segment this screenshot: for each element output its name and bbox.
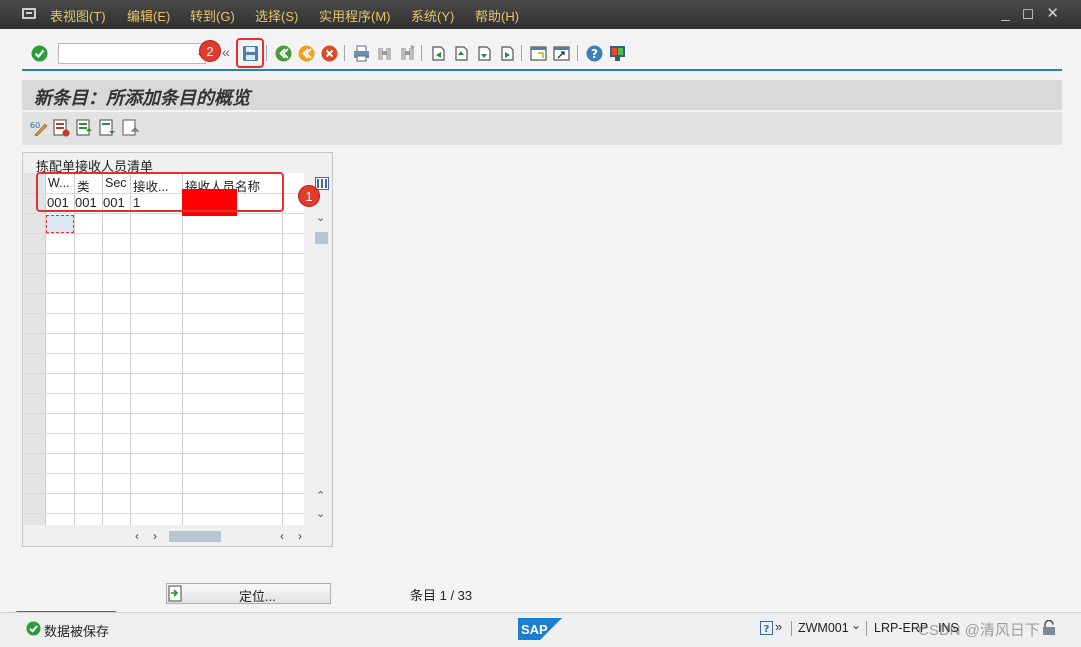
create-session-icon[interactable] xyxy=(529,44,547,62)
title-bar: 新条目：所添加条目的概览 xyxy=(22,80,1062,110)
horizontal-scrollbar[interactable]: ‹ › ‹ › xyxy=(24,526,332,546)
delete-row-icon[interactable] xyxy=(53,119,70,140)
print-icon[interactable] xyxy=(352,44,370,62)
annotation-box-save xyxy=(236,38,264,68)
status-divider xyxy=(866,621,867,636)
menu-bar: 表视图(T) 编辑(E) 转到(G) 选择(S) 实用程序(M) 系统(Y) 帮… xyxy=(0,0,1081,29)
transaction-code: ZWM001 xyxy=(798,621,849,635)
menu-icon[interactable] xyxy=(22,8,36,19)
exit-icon[interactable] xyxy=(297,44,315,62)
collapse-icon[interactable]: « xyxy=(222,44,230,60)
last-page-icon[interactable] xyxy=(498,44,516,62)
find-next-icon[interactable] xyxy=(398,44,416,62)
application-toolbar: 60 xyxy=(22,112,1062,145)
success-icon xyxy=(26,621,41,639)
status-bar: 数据被保存 SAP ? » ZWM001 ⌄ LRP-ERP INS CSDN … xyxy=(0,612,1081,647)
expand-status-icon[interactable]: » xyxy=(775,619,782,634)
page-title: 新条目：所添加条目的概览 xyxy=(34,88,250,109)
select-block-icon[interactable] xyxy=(99,119,116,140)
scroll-left-end-icon[interactable]: ‹ xyxy=(280,529,284,543)
annotation-badge-1: 1 xyxy=(298,185,320,207)
lock-icon[interactable] xyxy=(1042,619,1056,639)
scroll-up-icon[interactable]: ⌄ xyxy=(316,211,325,224)
change-display-icon[interactable]: 60 xyxy=(30,119,48,140)
recipient-table: W... 类 Sec 接收... 接收人员名称 001 001 001 1 xyxy=(24,173,304,525)
enter-icon[interactable] xyxy=(30,44,48,62)
command-field[interactable] xyxy=(58,43,206,64)
entry-counter: 条目 1 / 33 xyxy=(410,588,473,603)
status-message[interactable]: 数据被保存 xyxy=(44,621,109,640)
menu-table-view[interactable]: 表视图(T) xyxy=(50,6,106,25)
help-icon[interactable]: ? xyxy=(585,44,603,62)
customize-icon[interactable] xyxy=(608,44,626,62)
scroll-left-icon[interactable]: ‹ xyxy=(135,529,139,543)
select-all-icon[interactable] xyxy=(76,119,93,140)
menu-help[interactable]: 帮助(H) xyxy=(475,6,519,25)
svg-text:SAP: SAP xyxy=(521,622,548,637)
menu-edit[interactable]: 编辑(E) xyxy=(127,6,170,25)
locate-button-label: 定位... xyxy=(239,589,276,604)
find-icon[interactable] xyxy=(375,44,393,62)
scroll-down-icon[interactable]: ⌄ xyxy=(316,507,325,520)
toolbar-divider xyxy=(22,69,1062,71)
menu-goto[interactable]: 转到(G) xyxy=(190,6,235,25)
scroll-up-small-icon[interactable]: ⌃ xyxy=(316,489,325,502)
system-help-icon[interactable]: ? xyxy=(760,621,773,638)
annotation-box-table-row xyxy=(36,172,284,212)
focused-cell[interactable] xyxy=(46,215,74,233)
scroll-right-end-icon[interactable]: › xyxy=(298,529,302,543)
vertical-scroll-thumb[interactable] xyxy=(315,232,328,244)
prev-page-icon[interactable] xyxy=(452,44,470,62)
sap-logo: SAP xyxy=(518,618,562,643)
menu-system[interactable]: 系统(Y) xyxy=(411,6,454,25)
cancel-icon[interactable] xyxy=(320,44,338,62)
svg-text:?: ? xyxy=(764,624,770,635)
next-page-icon[interactable] xyxy=(475,44,493,62)
transaction-dropdown-icon[interactable]: ⌄ xyxy=(851,618,861,632)
scroll-right-icon[interactable]: › xyxy=(153,529,157,543)
locate-icon xyxy=(168,585,184,605)
annotation-badge-2: 2 xyxy=(199,40,221,62)
deselect-all-icon[interactable] xyxy=(122,119,140,140)
window-controls[interactable]: _ ◻ ✕ xyxy=(1001,4,1063,22)
status-divider xyxy=(791,621,792,636)
svg-text:?: ? xyxy=(591,47,598,61)
shortcut-icon[interactable] xyxy=(552,44,570,62)
menu-utilities[interactable]: 实用程序(M) xyxy=(319,6,391,25)
locate-button[interactable]: 定位... xyxy=(166,583,331,604)
horizontal-scroll-thumb[interactable] xyxy=(169,531,221,542)
first-page-icon[interactable] xyxy=(429,44,447,62)
menu-select[interactable]: 选择(S) xyxy=(255,6,298,25)
svg-text:60: 60 xyxy=(30,121,40,130)
csdn-watermark: CSDN @清风日下 xyxy=(918,622,1040,639)
back-icon[interactable] xyxy=(274,44,292,62)
